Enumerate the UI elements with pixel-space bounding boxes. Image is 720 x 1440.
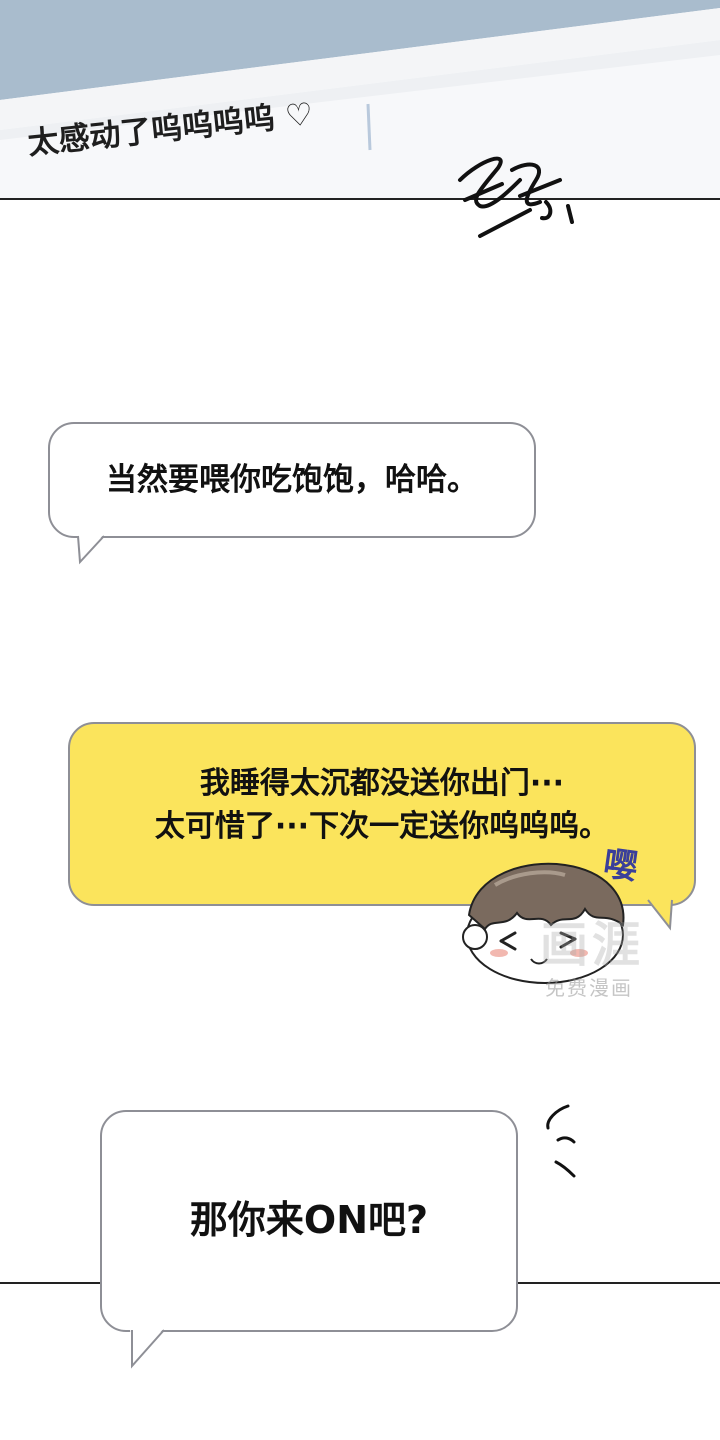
scribble-sfx-top (458, 156, 574, 238)
speech-bubble-2-tail (646, 898, 673, 931)
speech-bubble-3-tail (130, 1328, 165, 1369)
watermark-text: 免费漫画 (545, 978, 633, 1000)
whimper-sfx: 嘤 (600, 843, 642, 889)
top-panel-background (0, 0, 720, 200)
speech-bubble-3: 那你来ON吧? (100, 1110, 518, 1332)
bubble-2-line-2: 太可惜了···下次一定送你呜呜呜。 (154, 809, 610, 844)
bubble-1-text: 当然要喂你吃饱饱，哈哈。 (106, 461, 478, 498)
watermark-logo: 画涯 (540, 917, 645, 973)
bubble-2-line-1: 我睡得太沉都没送你出门··· (199, 765, 565, 801)
speech-bubble-1: 当然要喂你吃饱饱，哈哈。 (48, 422, 536, 538)
top-panel: 太感动了呜呜呜呜 ♡ (0, 0, 720, 200)
bubble-3-text: 那你来ON吧? (189, 1198, 429, 1243)
panel-divider-top (0, 198, 720, 200)
scribble-marks (546, 1104, 576, 1178)
speech-bubble-1-tail (77, 534, 105, 565)
